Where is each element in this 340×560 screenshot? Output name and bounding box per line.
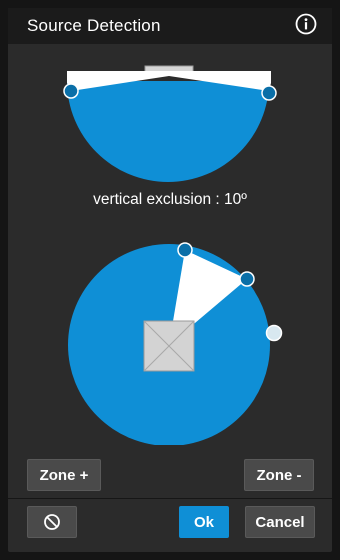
zone-start-handle[interactable] <box>177 242 193 258</box>
zone-add-button[interactable]: Zone + <box>27 459 101 491</box>
add-zone-handle[interactable] <box>265 324 283 342</box>
vertical-pickup-area <box>67 81 269 182</box>
right-exclusion-handle[interactable] <box>261 85 277 101</box>
info-button[interactable] <box>295 13 317 35</box>
zone-end-handle[interactable] <box>239 271 255 287</box>
left-exclusion-handle[interactable] <box>63 83 79 99</box>
vertical-exclusion-label: vertical exclusion : 10º <box>93 191 247 208</box>
reset-button[interactable] <box>27 506 77 538</box>
vertical-pickup-view[interactable] <box>63 63 277 185</box>
horizontal-zone-view[interactable] <box>63 233 285 445</box>
no-entry-icon <box>44 514 60 530</box>
zone-remove-button[interactable]: Zone - <box>244 459 314 491</box>
source-detection-dialog: Source Detection vertical exclusion : 10… <box>8 8 332 552</box>
title-bar: Source Detection <box>8 8 332 44</box>
cancel-button[interactable]: Cancel <box>245 506 315 538</box>
footer-divider <box>8 498 332 499</box>
info-icon <box>295 13 317 35</box>
dialog-title: Source Detection <box>27 16 161 35</box>
ok-button[interactable]: Ok <box>179 506 229 538</box>
